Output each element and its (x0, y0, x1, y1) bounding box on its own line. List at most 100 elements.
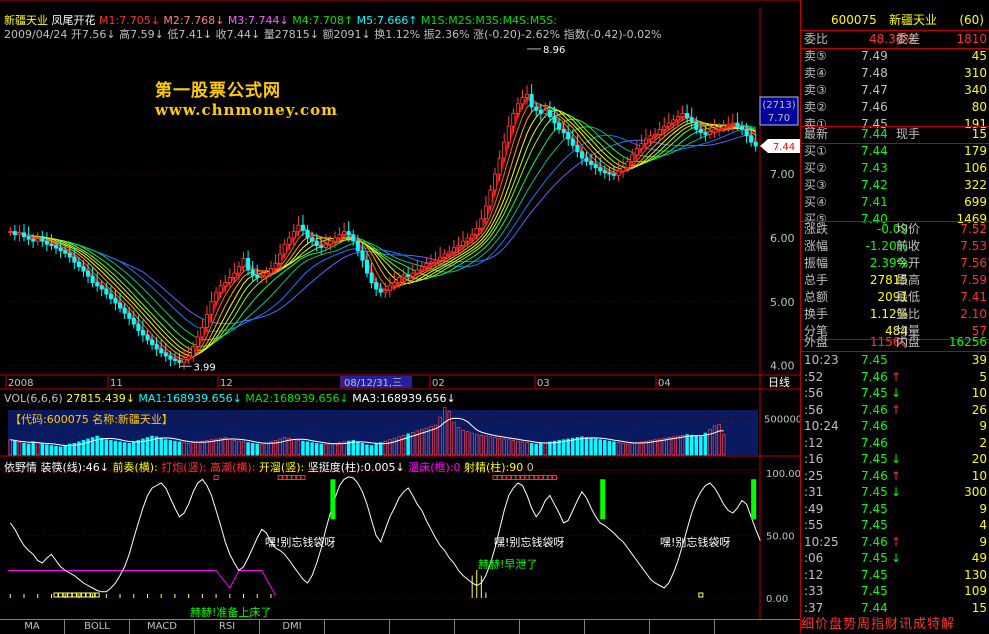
volume-header: VOL(6,6,6) 27815.439↓ MA1:168939.656↓ MA… (4, 392, 456, 405)
candle-body (259, 275, 264, 278)
candle-body (456, 245, 461, 248)
tick-row[interactable]: :56 7.45 ↓ 10 (801, 385, 989, 402)
ask-row-4[interactable]: 卖④ 7.48 310 (801, 65, 989, 82)
candle-body (44, 240, 49, 245)
candle-body (150, 339, 155, 345)
tick-arrow: ↓ (891, 386, 902, 400)
tick-row[interactable]: :12 7.45 130 (801, 567, 989, 584)
tab-boll[interactable]: BOLL (65, 620, 130, 634)
header-date: 2009/04/24 (4, 28, 68, 41)
tick-row[interactable]: 10:23 7.45 39 (801, 352, 989, 369)
tick-volume: 39 (971, 353, 987, 367)
watermark-url: www.chnmoney.com (155, 101, 338, 119)
chart-canvas[interactable]: 7.00 6.00 5.00 4.00 8.96 3.99 (2713) 7.70 7.44 20… (0, 0, 800, 619)
volume-bar (45, 444, 49, 456)
tick-row[interactable]: 10:24 7.46 9 (801, 418, 989, 435)
stat-row-3[interactable]: 振幅 2.39% 今开 7.56 (801, 255, 989, 272)
tick-row[interactable]: :12 7.46 2 (801, 435, 989, 452)
candle-body (488, 189, 493, 207)
tick-arrow: ↓ (891, 551, 902, 565)
tick-arrow: ↑ (891, 402, 902, 417)
tick-row[interactable]: :49 7.45 9 (801, 501, 989, 518)
ind-part-3: 打炮(竖): (161, 461, 207, 474)
stat-row-1[interactable]: 涨跌 -0.09 均价 7.52 (801, 221, 989, 238)
shou-value: 15 (971, 127, 987, 141)
date-tick-label: 08/12/31,三 (344, 378, 402, 389)
tab-macd[interactable]: MACD (130, 620, 195, 634)
bid-label: 买① (804, 144, 827, 158)
candle-body (182, 358, 187, 363)
tick-row[interactable]: :33 7.45 109 (801, 583, 989, 600)
ask-row-2[interactable]: 卖② 7.46 80 (801, 99, 989, 116)
tick-row[interactable]: :06 7.45 ↓ 49 (801, 550, 989, 567)
tab-rsi[interactable]: RSI (195, 620, 260, 634)
tick-row[interactable]: 10:25 7.46 ↑ 9 (801, 534, 989, 551)
tick-row[interactable]: :16 7.45 ↓ 20 (801, 451, 989, 468)
tick-row[interactable]: :37 7.44 15 (801, 600, 989, 617)
bid-row-4[interactable]: 买④ 7.41 699 (801, 194, 989, 211)
candle-body (355, 240, 360, 252)
tab-empty-9[interactable] (520, 620, 585, 634)
candle-body (401, 274, 406, 278)
candle-body (227, 277, 232, 284)
header-index-change: 指数(-0.42)-0.02% (563, 28, 662, 41)
tick-row[interactable]: :25 7.46 ↑ 10 (801, 468, 989, 485)
candle-body (474, 227, 479, 236)
volume-bar (168, 440, 173, 456)
bid-row-2[interactable]: 买② 7.43 106 (801, 160, 989, 177)
candle-body (442, 253, 447, 258)
tick-row[interactable]: :52 7.46 ↑ 5 (801, 369, 989, 386)
tab-empty-7[interactable] (390, 620, 455, 634)
tick-volume: 4 (979, 518, 987, 532)
tab-empty-10[interactable] (585, 620, 650, 634)
stat-row-6[interactable]: 换手 1.12% 量比 2.10 (801, 306, 989, 323)
candle-body (392, 282, 397, 287)
candle-body (671, 119, 676, 124)
candle-body (127, 312, 132, 319)
function-bar[interactable]: 细价盘势周指财讯成特解 (801, 616, 989, 633)
tab-ma[interactable]: MA (0, 620, 65, 634)
candle-body (685, 113, 690, 119)
stat-row-2[interactable]: 涨幅 -1.20% 前收 7.53 (801, 238, 989, 255)
outer-inner-row[interactable]: 外盘 11560 内盘 16256 (801, 334, 989, 351)
stat-row-5[interactable]: 总额 2091 最低 7.41 (801, 289, 989, 306)
ask-volume: 80 (971, 100, 987, 114)
volume-bar (154, 436, 159, 456)
bid-row-1[interactable]: 买① 7.44 179 (801, 143, 989, 160)
candle-body (744, 128, 749, 137)
ask-row-5[interactable]: 卖⑤ 7.49 45 (801, 48, 989, 65)
tab-empty-8[interactable] (455, 620, 520, 634)
bid-label: 买③ (804, 178, 827, 192)
candle-body (630, 154, 635, 162)
volume-bar (694, 435, 698, 456)
weibi-row[interactable]: 委比 48.38% 委差 1810 (801, 31, 989, 48)
volume-bar (40, 443, 45, 456)
stat-label-2: 今开 (896, 256, 921, 270)
tab-empty-12[interactable] (715, 620, 779, 634)
stat-row-4[interactable]: 总手 27815 最高 7.59 (801, 272, 989, 289)
candle-body (534, 106, 539, 111)
ask-row-3[interactable]: 卖③ 7.47 340 (801, 82, 989, 99)
header-amount: 额2091↓ (322, 28, 371, 41)
tick-row[interactable]: :31 7.45 ↓ 300 (801, 484, 989, 501)
latest-row[interactable]: 最新 7.44 现手 15 (801, 126, 989, 143)
tab-empty-6[interactable] (325, 620, 390, 634)
volume-bar (575, 437, 580, 456)
candle-body (81, 266, 86, 272)
tick-row[interactable]: :56 7.46 ↑ 26 (801, 402, 989, 419)
bid-row-3[interactable]: 买③ 7.42 322 (801, 177, 989, 194)
candle-body (168, 355, 173, 360)
tick-row[interactable]: :55 7.45 4 (801, 517, 989, 534)
main-chart-area[interactable]: 7.00 6.00 5.00 4.00 8.96 3.99 (2713) 7.70 7.44 20… (0, 0, 800, 634)
candle-body (364, 259, 369, 274)
tab-dmi[interactable]: DMI (260, 620, 325, 634)
intro-box (300, 475, 306, 480)
ask-price: 7.47 (861, 83, 888, 97)
quote-title[interactable]: 600075 新疆天业 (60) (801, 12, 989, 29)
tick-price: 7.45 (861, 353, 888, 367)
tab-empty-11[interactable] (650, 620, 715, 634)
header-amplitude: 振2.36% (423, 28, 470, 41)
candle-body (342, 231, 347, 236)
candle-body (99, 285, 104, 290)
tick-price: 7.45 (861, 452, 888, 466)
